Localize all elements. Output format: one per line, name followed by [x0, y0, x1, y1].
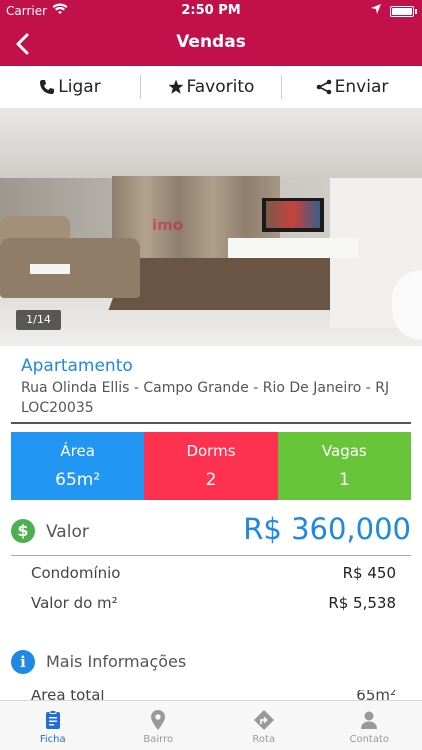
photo-sofa [0, 238, 140, 298]
property-code: LOC20035 [21, 400, 94, 416]
tab-contato-label: Contato [349, 734, 390, 745]
call-button[interactable]: Ligar [0, 75, 140, 99]
photo-stool [30, 264, 70, 274]
tab-bairro-label: Bairro [143, 734, 174, 745]
stat-vagas-label: Vagas [321, 442, 367, 460]
condominio-value: R$ 450 [342, 564, 396, 582]
share-icon [316, 79, 331, 95]
more-info-header: i Mais Informações [11, 649, 411, 675]
price-per-m2-row: Valor do m² R$ 5,538 [31, 594, 396, 612]
call-label: Ligar [58, 77, 101, 97]
property-address: Rua Olinda Ellis - Campo Grande - Rio De… [21, 378, 411, 418]
page-title: Vendas [176, 32, 246, 52]
photo-shelf [228, 238, 358, 258]
watermark-logo: imo [152, 216, 184, 234]
stat-dorms: Dorms 2 [144, 432, 278, 500]
total-area-label: Área total [31, 690, 105, 700]
property-photo[interactable]: imo 1/14 [0, 108, 422, 346]
action-bar: Ligar Favorito Enviar [0, 66, 422, 108]
stat-area-label: Área [60, 442, 95, 460]
stat-vagas: Vagas 1 [277, 432, 411, 500]
property-type: Apartamento [21, 356, 133, 376]
person-icon [361, 711, 378, 729]
photo-ceiling [0, 108, 422, 178]
status-bar: Carrier 2:50 PM [0, 0, 422, 22]
stat-dorms-value: 2 [205, 470, 217, 490]
tab-rota-label: Rota [252, 734, 276, 745]
share-label: Enviar [334, 77, 389, 97]
clock: 2:50 PM [181, 3, 241, 18]
favorite-label: Favorito [186, 77, 255, 97]
header: Carrier 2:50 PM Vendas [0, 0, 422, 66]
phone-icon [40, 80, 55, 94]
share-button[interactable]: Enviar [281, 75, 422, 99]
total-area-value-text: 65m² [356, 690, 396, 700]
tab-ficha[interactable]: Ficha [0, 701, 106, 750]
price-per-m2-label: Valor do m² [31, 594, 118, 612]
document-icon [45, 710, 60, 729]
address-line: Rua Olinda Ellis - Campo Grande - Rio De… [21, 380, 390, 396]
tab-bar: Ficha Bairro Rota Contato [0, 700, 422, 750]
location-arrow-icon [371, 4, 381, 14]
tab-rota[interactable]: Rota [211, 701, 317, 750]
price-value: R$ 360,000 [243, 512, 411, 546]
stat-area: Área 65m² [11, 432, 145, 500]
tab-bairro[interactable]: Bairro [106, 701, 212, 750]
stat-vagas-value: 1 [338, 470, 350, 490]
photo-rug [108, 258, 358, 310]
battery-icon [390, 6, 417, 17]
price-row: $ Valor R$ 360,000 [11, 510, 411, 556]
price-label: Valor [46, 522, 89, 542]
dollar-icon: $ [11, 519, 35, 543]
photo-tv-screen [266, 201, 320, 228]
map-pin-icon [151, 710, 166, 730]
total-area-value: 65m² [356, 690, 396, 700]
condominio-label: Condomínio [31, 564, 121, 582]
condominio-row: Condomínio R$ 450 [31, 564, 396, 582]
stat-dorms-label: Dorms [186, 442, 236, 460]
stats-panel: Área 65m² Dorms 2 Vagas 1 [11, 432, 411, 500]
star-icon [168, 79, 184, 94]
divider [11, 422, 411, 424]
price-per-m2-value: R$ 5,538 [328, 594, 396, 612]
stat-area-value: 65m² [55, 470, 101, 490]
tab-contato[interactable]: Contato [317, 701, 422, 750]
directions-icon [253, 710, 274, 730]
favorite-button[interactable]: Favorito [140, 75, 281, 99]
photo-counter: 1/14 [16, 310, 61, 330]
info-icon: i [11, 650, 35, 674]
total-area-row: Área total 65m² [31, 690, 396, 700]
more-info-label: Mais Informações [46, 652, 187, 671]
tab-ficha-label: Ficha [39, 734, 66, 745]
